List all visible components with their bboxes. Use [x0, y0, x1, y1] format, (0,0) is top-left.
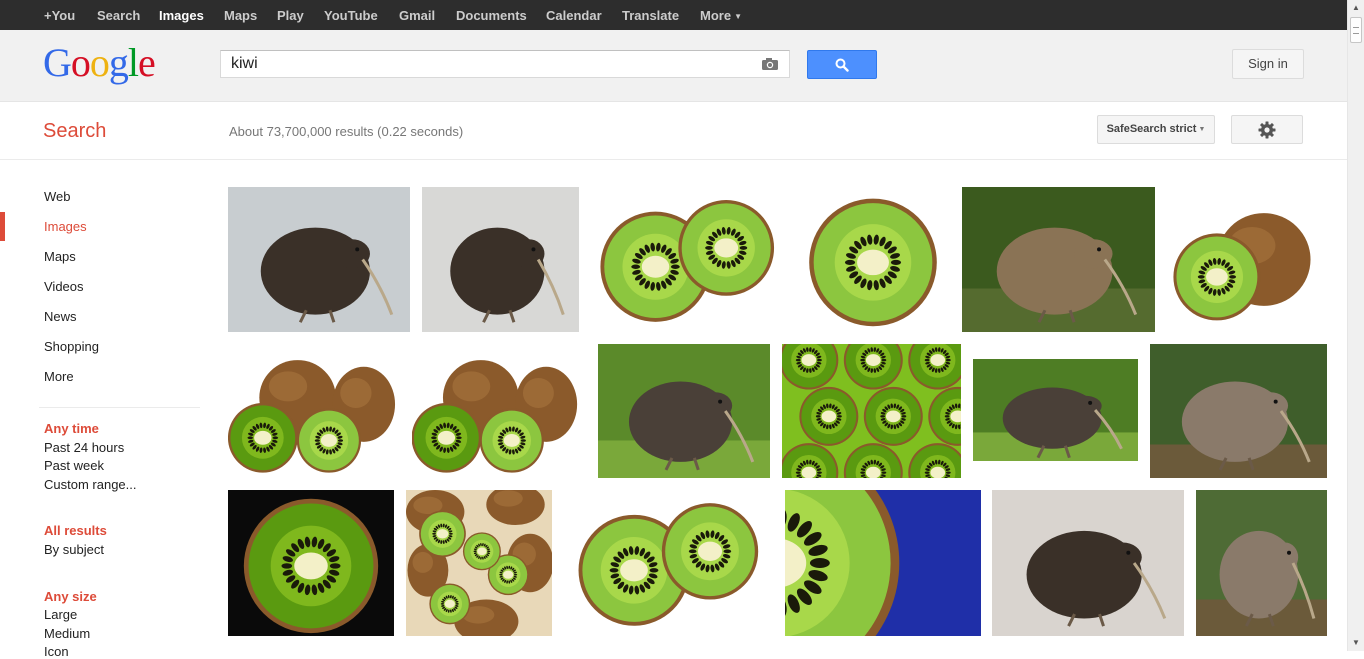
thumbnail-image: [992, 490, 1184, 636]
sidebar-divider: [39, 407, 200, 408]
google-logo[interactable]: Google: [43, 40, 161, 91]
caret-down-icon: ▼: [1198, 126, 1206, 133]
magnifier-icon: [835, 58, 849, 72]
sidebar-item-shopping[interactable]: Shopping: [44, 339, 99, 354]
topnav-plus-you[interactable]: +You: [44, 0, 75, 30]
image-result-thumbnail[interactable]: [1150, 344, 1327, 478]
vertical-scrollbar[interactable]: ▲ ▼: [1347, 0, 1364, 651]
filter-past-24-hours[interactable]: Past 24 hours: [44, 440, 124, 455]
image-result-thumbnail[interactable]: [422, 187, 579, 332]
safesearch-label: SafeSearch strict: [1106, 123, 1197, 135]
thumbnail-image: [412, 344, 584, 478]
filter-icon[interactable]: Icon: [44, 644, 69, 659]
image-result-thumbnail[interactable]: [1167, 187, 1323, 332]
thumbnail-image: [1150, 344, 1327, 478]
image-result-thumbnail[interactable]: [412, 344, 584, 478]
sidebar-item-more[interactable]: More: [44, 369, 74, 384]
topnav-translate[interactable]: Translate: [622, 0, 679, 30]
image-result-thumbnail[interactable]: [228, 490, 394, 636]
image-result-thumbnail[interactable]: [596, 187, 782, 332]
topnav-more-label: More: [700, 8, 732, 23]
sidebar-item-images[interactable]: Images: [44, 219, 87, 234]
header: Google Sign in: [0, 30, 1347, 102]
camera-icon[interactable]: [761, 57, 779, 76]
thumbnail-image: [1167, 187, 1323, 332]
filter-custom-range[interactable]: Custom range...: [44, 477, 137, 492]
search-section-title: Search: [43, 120, 107, 142]
settings-button[interactable]: [1231, 115, 1303, 144]
filter-time-heading[interactable]: Any time: [44, 421, 99, 436]
topnav-documents[interactable]: Documents: [456, 0, 527, 30]
scroll-down-arrow-icon[interactable]: ▼: [1351, 638, 1361, 648]
topnav-more[interactable]: More ▼: [700, 0, 742, 30]
thumbnail-image: [782, 344, 961, 478]
search-input[interactable]: [221, 51, 761, 77]
thumbnail-image: [1196, 490, 1327, 636]
sidebar-item-videos[interactable]: Videos: [44, 279, 84, 294]
image-result-thumbnail[interactable]: [806, 187, 940, 332]
thumbnail-image: [598, 344, 770, 478]
results-toolbar: Search About 73,700,000 results (0.22 se…: [0, 102, 1347, 160]
image-result-thumbnail[interactable]: [992, 490, 1184, 636]
search-button[interactable]: [807, 50, 877, 79]
topnav-images[interactable]: Images: [159, 0, 204, 30]
filter-results-heading[interactable]: All results: [44, 523, 107, 538]
svg-text:Google: Google: [43, 42, 155, 85]
thumbnail-image: [570, 490, 770, 636]
caret-down-icon: ▼: [734, 12, 742, 21]
gear-icon: [1258, 121, 1276, 139]
topnav-gmail[interactable]: Gmail: [399, 0, 435, 30]
topnav-search[interactable]: Search: [97, 0, 140, 30]
thumbnail-image: [406, 490, 552, 636]
thumbnail-image: [962, 187, 1155, 332]
top-nav-bar: +You Search Images Maps Play YouTube Gma…: [0, 0, 1347, 30]
result-stats: About 73,700,000 results (0.22 seconds): [229, 124, 464, 139]
topnav-calendar[interactable]: Calendar: [546, 0, 602, 30]
thumbnail-image: [806, 187, 940, 332]
topnav-youtube[interactable]: YouTube: [324, 0, 378, 30]
image-result-thumbnail[interactable]: [782, 344, 961, 478]
thumbnail-image: [228, 187, 410, 332]
image-result-thumbnail[interactable]: [962, 187, 1155, 332]
image-result-thumbnail[interactable]: [228, 187, 410, 332]
thumbnail-image: [785, 490, 981, 636]
filter-past-week[interactable]: Past week: [44, 458, 104, 473]
image-result-thumbnail[interactable]: [570, 490, 770, 636]
topnav-play[interactable]: Play: [277, 0, 304, 30]
scroll-thumb[interactable]: [1350, 17, 1362, 43]
sidebar-item-maps[interactable]: Maps: [44, 249, 76, 264]
image-result-thumbnail[interactable]: [1196, 490, 1327, 636]
sidebar-item-news[interactable]: News: [44, 309, 77, 324]
topnav-maps[interactable]: Maps: [224, 0, 257, 30]
search-box: [220, 50, 790, 78]
scroll-up-arrow-icon[interactable]: ▲: [1351, 3, 1361, 13]
thumbnail-image: [596, 187, 782, 332]
image-result-thumbnail[interactable]: [598, 344, 770, 478]
thumbnail-image: [973, 359, 1138, 461]
image-result-thumbnail[interactable]: [406, 490, 552, 636]
thumbnail-image: [228, 490, 394, 636]
sign-in-button[interactable]: Sign in: [1232, 49, 1304, 79]
filter-medium[interactable]: Medium: [44, 626, 90, 641]
filter-large[interactable]: Large: [44, 607, 77, 622]
sidebar-item-web[interactable]: Web: [44, 189, 71, 204]
filter-by-subject[interactable]: By subject: [44, 542, 104, 557]
thumbnail-image: [422, 187, 579, 332]
image-result-thumbnail[interactable]: [785, 490, 981, 636]
image-result-thumbnail[interactable]: [228, 344, 402, 478]
filter-size-heading[interactable]: Any size: [44, 589, 97, 604]
safesearch-dropdown[interactable]: SafeSearch strict ▼: [1097, 115, 1215, 144]
image-result-thumbnail[interactable]: [973, 359, 1138, 461]
thumbnail-image: [228, 344, 402, 478]
active-indicator: [0, 212, 5, 241]
